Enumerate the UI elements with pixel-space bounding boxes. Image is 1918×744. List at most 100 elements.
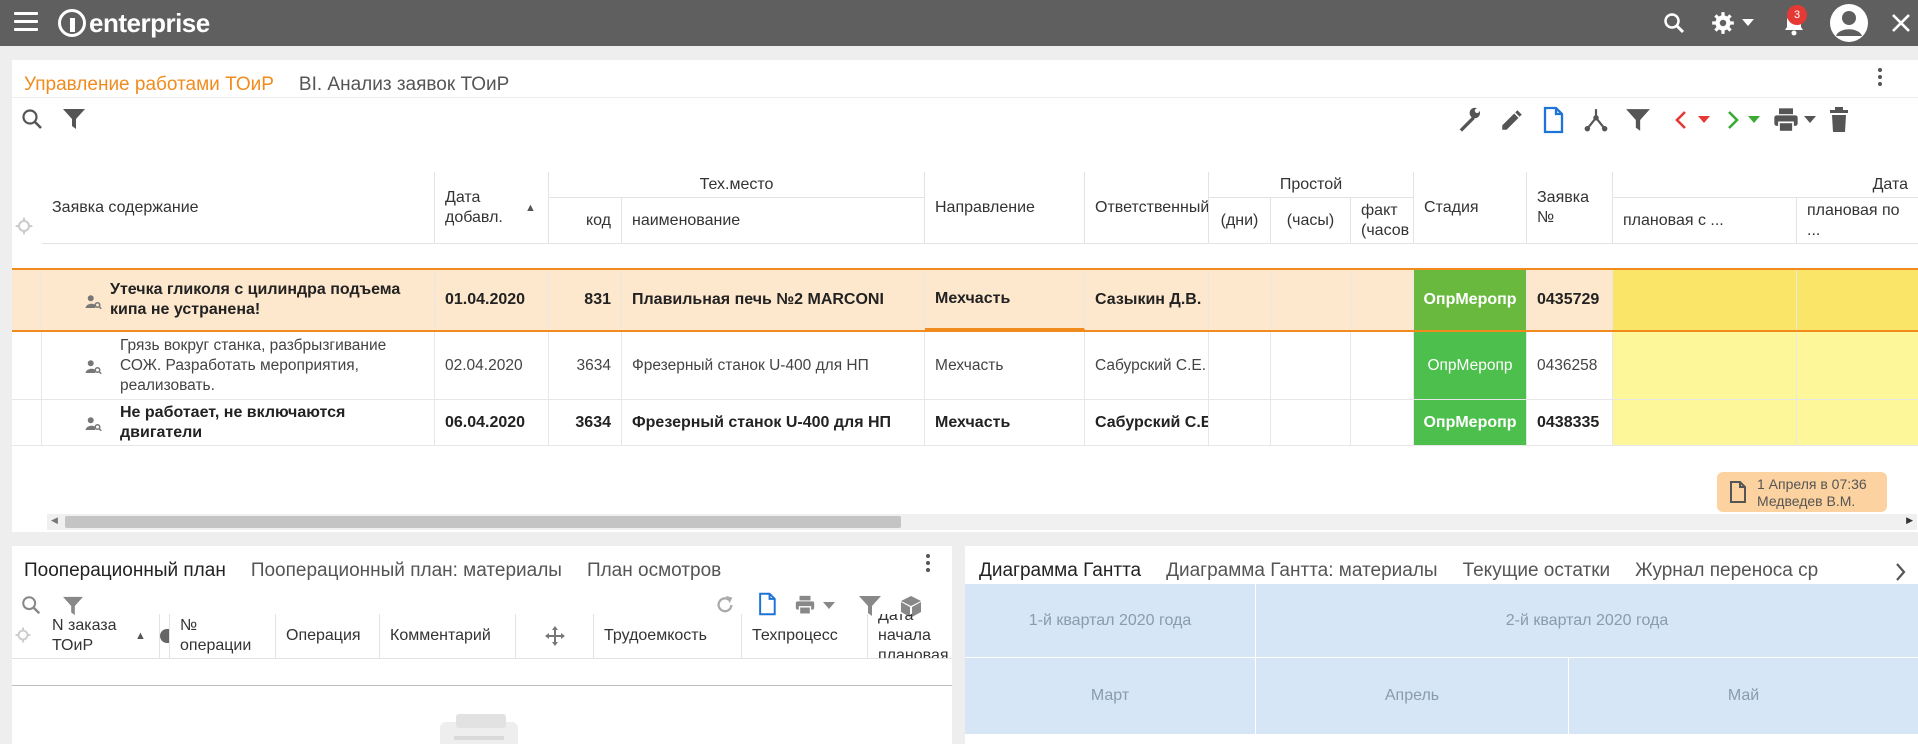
header-move[interactable] bbox=[516, 614, 594, 658]
cell-planned-to bbox=[1797, 332, 1918, 399]
cell-planned-to bbox=[1797, 270, 1918, 330]
cell-responsible: Сабурский С.Е. bbox=[1085, 400, 1209, 445]
more-menu-icon[interactable] bbox=[925, 554, 931, 575]
top-app-bar: enterprise 3 bbox=[0, 0, 1918, 46]
more-menu-icon[interactable] bbox=[1877, 68, 1883, 89]
header-fact-hours[interactable]: факт (часов bbox=[1351, 198, 1414, 244]
print-dropdown-icon[interactable] bbox=[1804, 116, 1816, 124]
header-comment[interactable]: Комментарий bbox=[380, 614, 516, 658]
tab-operation-plan-materials[interactable]: Пооперационный план: материалы bbox=[251, 560, 562, 582]
horizontal-scrollbar[interactable]: ◀ ▶ bbox=[47, 514, 1917, 530]
scroll-right-icon[interactable]: ▶ bbox=[1906, 515, 1913, 526]
tab-gantt[interactable]: Диаграмма Гантта bbox=[979, 560, 1141, 582]
cell-name: Фрезерный станок U-400 для НП bbox=[622, 332, 925, 399]
header-operation[interactable]: Операция bbox=[276, 614, 380, 658]
menu-icon[interactable] bbox=[14, 12, 38, 32]
filter-icon[interactable] bbox=[1625, 108, 1651, 132]
cell-request-no: 0436258 bbox=[1527, 332, 1613, 399]
header-planned-from[interactable]: плановая с ... bbox=[1613, 198, 1797, 244]
tab-maintenance-management[interactable]: Управление работами ТОиР bbox=[24, 74, 274, 96]
filter-icon[interactable] bbox=[62, 596, 84, 616]
cell-content: Утечка гликоля с цилиндра подъема кипа н… bbox=[42, 270, 435, 330]
cell-name: Фрезерный станок U-400 для НП bbox=[622, 400, 925, 445]
header-request-no[interactable]: Заявка № bbox=[1527, 172, 1613, 244]
print-dropdown-icon[interactable] bbox=[823, 602, 835, 610]
sort-asc-icon: ▲ bbox=[135, 630, 146, 642]
back-icon[interactable] bbox=[1674, 110, 1688, 130]
header-hours[interactable]: (часы) bbox=[1271, 198, 1351, 244]
user-search-icon[interactable] bbox=[84, 415, 102, 433]
account-icon[interactable] bbox=[1829, 3, 1869, 43]
header-date: Дата bbox=[1613, 172, 1918, 198]
column-settings-icon[interactable] bbox=[14, 626, 32, 644]
cell-planned-from bbox=[1613, 400, 1797, 445]
note-date: 1 Апреля в 07:36 bbox=[1757, 476, 1867, 492]
cell-name: Плавильная печь №2 MARCONI bbox=[622, 270, 925, 330]
tab-gantt-materials[interactable]: Диаграмма Гантта: материалы bbox=[1166, 560, 1437, 582]
cell-planned-from bbox=[1613, 270, 1797, 330]
cell-date: 01.04.2020 bbox=[435, 270, 549, 330]
column-settings-icon[interactable] bbox=[14, 216, 34, 236]
header-process[interactable]: Техпроцесс bbox=[742, 614, 868, 658]
app-logo[interactable]: enterprise bbox=[58, 7, 210, 39]
header-direction[interactable]: Направление bbox=[925, 172, 1085, 244]
table-row[interactable]: Грязь вокруг станка, разбрызгивание СОЖ.… bbox=[12, 332, 1918, 400]
cell-direction: Мехчасть bbox=[925, 270, 1085, 330]
filter-icon[interactable] bbox=[62, 108, 86, 130]
refresh-icon[interactable] bbox=[713, 594, 737, 616]
cell-direction: Мехчасть bbox=[925, 400, 1085, 445]
print-icon[interactable] bbox=[792, 594, 818, 616]
divider bbox=[12, 97, 1918, 98]
cell-date: 02.04.2020 bbox=[435, 332, 549, 399]
move-icon[interactable] bbox=[544, 626, 565, 646]
header-code[interactable]: код bbox=[549, 198, 622, 244]
header-planned-to[interactable]: плановая по ... bbox=[1797, 198, 1918, 244]
tab-operation-plan[interactable]: Пооперационный план bbox=[24, 560, 226, 582]
back-dropdown-icon[interactable] bbox=[1698, 116, 1710, 124]
user-search-icon[interactable] bbox=[84, 358, 102, 376]
comment-note[interactable]: 1 Апреля в 07:36 Медведев В.М. bbox=[1717, 472, 1887, 512]
gantt-quarter-2: 2-й квартал 2020 года bbox=[1256, 584, 1918, 658]
header-responsible[interactable]: Ответственный bbox=[1085, 172, 1209, 244]
search-icon[interactable] bbox=[1662, 11, 1686, 35]
header-op-no[interactable]: № операции bbox=[170, 614, 276, 658]
tab-bi-analysis[interactable]: BI. Анализ заявок ТОиР bbox=[299, 74, 509, 96]
header-request-content[interactable]: Заявка содержание bbox=[42, 172, 435, 244]
settings-icon[interactable] bbox=[1710, 10, 1736, 36]
filter-row[interactable] bbox=[12, 244, 1918, 270]
cell-planned-to bbox=[1797, 400, 1918, 445]
search-icon[interactable] bbox=[20, 107, 44, 131]
user-search-icon[interactable] bbox=[84, 293, 102, 311]
logo-text: enterprise bbox=[89, 7, 210, 38]
table-row[interactable]: Не работает, не включаются двигатели 06.… bbox=[12, 400, 1918, 446]
tab-inspection-plan[interactable]: План осмотров bbox=[587, 560, 721, 582]
header-start-date[interactable]: Дата начала плановая bbox=[868, 614, 952, 658]
scrollbar-thumb[interactable] bbox=[65, 516, 901, 528]
info-column bbox=[160, 614, 170, 658]
cell-stage: ОпрМеропр bbox=[1414, 400, 1527, 445]
forward-icon[interactable] bbox=[1726, 110, 1740, 130]
header-date-added[interactable]: Дата добавл. ▲ bbox=[435, 172, 549, 244]
header-labor[interactable]: Трудоемкость bbox=[594, 614, 742, 658]
tabs-scroll-right-icon[interactable] bbox=[1894, 562, 1906, 582]
cell-code: 831 bbox=[549, 270, 622, 330]
filter-row[interactable] bbox=[12, 685, 952, 686]
logo-mark-icon bbox=[58, 9, 86, 37]
table-row[interactable]: Утечка гликоля с цилиндра подъема кипа н… bbox=[12, 270, 1918, 332]
tab-current-stock[interactable]: Текущие остатки bbox=[1463, 560, 1611, 582]
note-icon bbox=[1730, 481, 1746, 503]
document-icon[interactable] bbox=[756, 592, 778, 616]
header-order-no[interactable]: N заказа ТОиР ▲ bbox=[42, 614, 160, 658]
settings-dropdown-icon[interactable] bbox=[1741, 18, 1755, 28]
info-icon[interactable] bbox=[160, 629, 169, 643]
forward-dropdown-icon[interactable] bbox=[1748, 116, 1760, 124]
header-days[interactable]: (дни) bbox=[1209, 198, 1271, 244]
search-icon[interactable] bbox=[20, 594, 42, 616]
tab-transfer-log[interactable]: Журнал переноса ср bbox=[1635, 560, 1818, 582]
header-name[interactable]: наименование bbox=[622, 198, 925, 244]
sort-asc-icon: ▲ bbox=[525, 201, 536, 214]
gantt-month-april: Апрель bbox=[1256, 658, 1569, 734]
close-icon[interactable] bbox=[1891, 13, 1911, 33]
scroll-left-icon[interactable]: ◀ bbox=[51, 515, 58, 526]
header-stage[interactable]: Стадия bbox=[1414, 172, 1527, 244]
